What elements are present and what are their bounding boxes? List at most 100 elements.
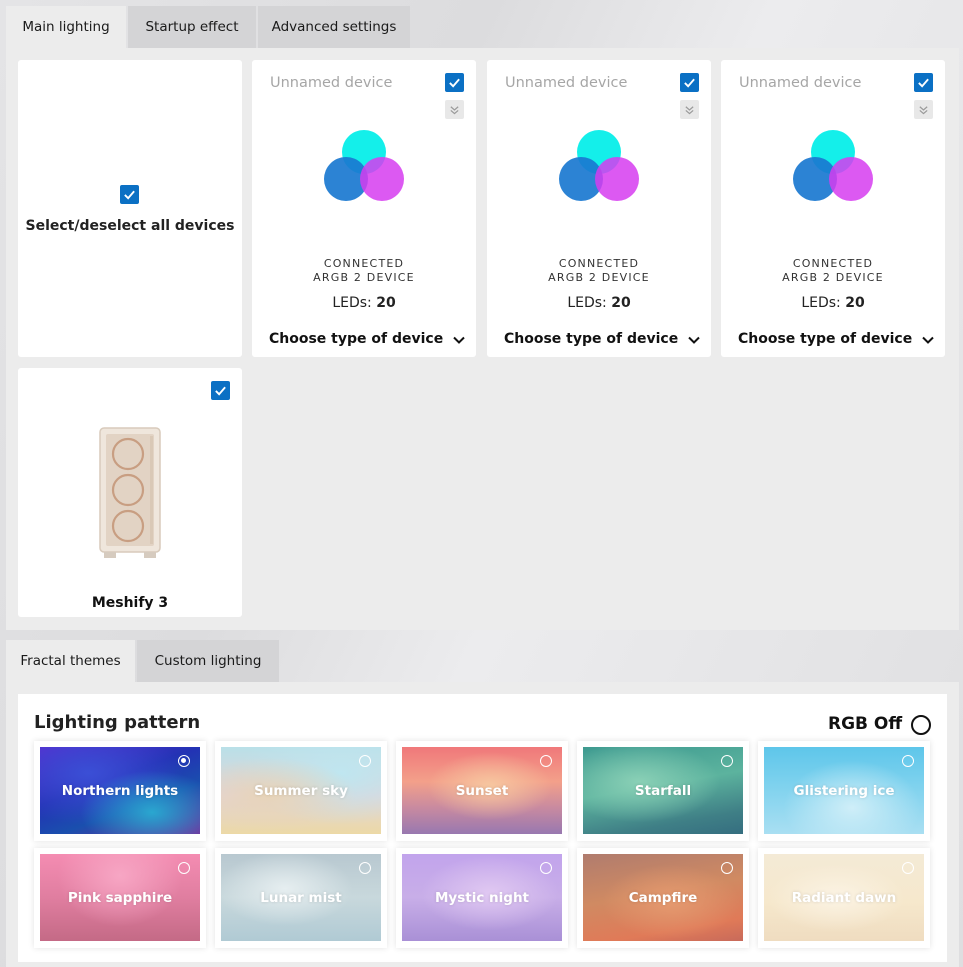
theme-campfire[interactable]: Campfire (577, 848, 749, 948)
device-status-line2: ARGB 2 DEVICE (782, 271, 884, 284)
download-icon (450, 106, 459, 115)
leds-count: 20 (845, 295, 865, 311)
download-button[interactable] (680, 100, 699, 119)
theme-label: Mystic night (434, 889, 530, 906)
theme-radiant-dawn[interactable]: Radiant dawn (758, 848, 930, 948)
theme-starfall[interactable]: Starfall (577, 741, 749, 841)
select-all-label: Select/deselect all devices (25, 218, 235, 234)
theme-radio[interactable] (902, 755, 914, 767)
theme-label: Summer sky (254, 782, 348, 799)
checkmark-icon (449, 78, 460, 88)
theme-pink-sapphire[interactable]: Pink sapphire (34, 848, 206, 948)
select-all-card: Select/deselect all devices (18, 60, 242, 357)
theme-glistering-ice[interactable]: Glistering ice (758, 741, 930, 841)
theme-image: Campfire (583, 854, 743, 941)
theme-mystic-night[interactable]: Mystic night (396, 848, 568, 948)
leds-count: 20 (611, 295, 631, 311)
theme-image: Sunset (402, 747, 562, 834)
device-name: Unnamed device (505, 75, 628, 91)
theme-label: Northern lights (61, 782, 179, 799)
theme-label: Glistering ice (793, 782, 895, 799)
device-status-line1: CONNECTED (792, 257, 874, 270)
tab-custom-lighting[interactable]: Custom lighting (137, 640, 279, 682)
device-status-line2: ARGB 2 DEVICE (548, 271, 650, 284)
bottom-tab-bar: Fractal themes Custom lighting (6, 640, 279, 682)
theme-label: Lunar mist (260, 889, 342, 906)
pc-case-image (99, 427, 161, 558)
device-type-dropdown-label[interactable]: Choose type of device (269, 331, 443, 347)
rgb-device-icon (793, 130, 873, 201)
theme-label: Sunset (455, 782, 509, 799)
top-tab-bar: Main lighting Startup effect Advanced se… (6, 6, 410, 48)
theme-image: Starfall (583, 747, 743, 834)
device-leds: LEDs: 20 (487, 295, 711, 311)
device-checkbox[interactable] (914, 73, 933, 92)
theme-image: Mystic night (402, 854, 562, 941)
tab-advanced-settings[interactable]: Advanced settings (258, 6, 410, 48)
device-checkbox[interactable] (680, 73, 699, 92)
theme-image: Glistering ice (764, 747, 924, 834)
rgb-off-radio[interactable] (911, 715, 931, 735)
case-device-checkbox[interactable] (211, 381, 230, 400)
theme-radio[interactable] (540, 862, 552, 874)
device-card: Unnamed device CONNECTED ARGB 2 DEVICE L… (252, 60, 476, 357)
device-checkbox[interactable] (445, 73, 464, 92)
device-status-line1: CONNECTED (558, 257, 640, 270)
tab-fractal-themes[interactable]: Fractal themes (6, 640, 135, 682)
device-status-line2: ARGB 2 DEVICE (313, 271, 415, 284)
theme-label: Campfire (628, 889, 698, 906)
leds-label: LEDs: (801, 295, 841, 311)
theme-radio[interactable] (540, 755, 552, 767)
tab-main-lighting[interactable]: Main lighting (6, 6, 126, 48)
case-device-name: Meshify 3 (91, 595, 169, 611)
device-type-dropdown-label[interactable]: Choose type of device (504, 331, 678, 347)
rgb-off-label[interactable]: RGB Off (828, 714, 902, 734)
theme-radio-selected[interactable] (178, 755, 190, 767)
checkmark-icon (684, 78, 695, 88)
theme-image: Radiant dawn (764, 854, 924, 941)
download-icon (919, 106, 928, 115)
download-button[interactable] (914, 100, 933, 119)
rgb-device-icon (324, 130, 404, 201)
theme-radio[interactable] (721, 862, 733, 874)
leds-count: 20 (376, 295, 396, 311)
device-name: Unnamed device (270, 75, 393, 91)
theme-lunar-mist[interactable]: Lunar mist (215, 848, 387, 948)
device-card: Unnamed device CONNECTED ARGB 2 DEVICE L… (721, 60, 945, 357)
theme-northern-lights[interactable]: Northern lights (34, 741, 206, 841)
rgb-device-icon (559, 130, 639, 201)
leds-label: LEDs: (332, 295, 372, 311)
chevron-down-icon[interactable] (452, 333, 466, 347)
tab-startup-effect[interactable]: Startup effect (128, 6, 256, 48)
theme-radio[interactable] (178, 862, 190, 874)
theme-sunset[interactable]: Sunset (396, 741, 568, 841)
checkmark-icon (124, 190, 135, 200)
device-type-dropdown-label[interactable]: Choose type of device (738, 331, 912, 347)
device-leds: LEDs: 20 (721, 295, 945, 311)
chevron-down-icon[interactable] (687, 333, 701, 347)
theme-label: Starfall (634, 782, 692, 799)
theme-label: Pink sapphire (67, 889, 173, 906)
download-icon (685, 106, 694, 115)
chevron-down-icon[interactable] (921, 333, 935, 347)
theme-radio[interactable] (902, 862, 914, 874)
device-card: Unnamed device CONNECTED ARGB 2 DEVICE L… (487, 60, 711, 357)
lighting-pattern-title: Lighting pattern (34, 712, 201, 733)
select-all-checkbox[interactable] (120, 185, 139, 204)
download-button[interactable] (445, 100, 464, 119)
leds-label: LEDs: (567, 295, 607, 311)
theme-image: Pink sapphire (40, 854, 200, 941)
theme-image: Lunar mist (221, 854, 381, 941)
checkmark-icon (215, 386, 226, 396)
device-leds: LEDs: 20 (252, 295, 476, 311)
theme-image: Summer sky (221, 747, 381, 834)
case-device-card: Meshify 3 (18, 368, 242, 617)
checkmark-icon (918, 78, 929, 88)
theme-summer-sky[interactable]: Summer sky (215, 741, 387, 841)
theme-radio[interactable] (721, 755, 733, 767)
device-name: Unnamed device (739, 75, 862, 91)
device-status-line1: CONNECTED (323, 257, 405, 270)
theme-radio[interactable] (359, 862, 371, 874)
theme-label: Radiant dawn (791, 889, 897, 906)
theme-radio[interactable] (359, 755, 371, 767)
